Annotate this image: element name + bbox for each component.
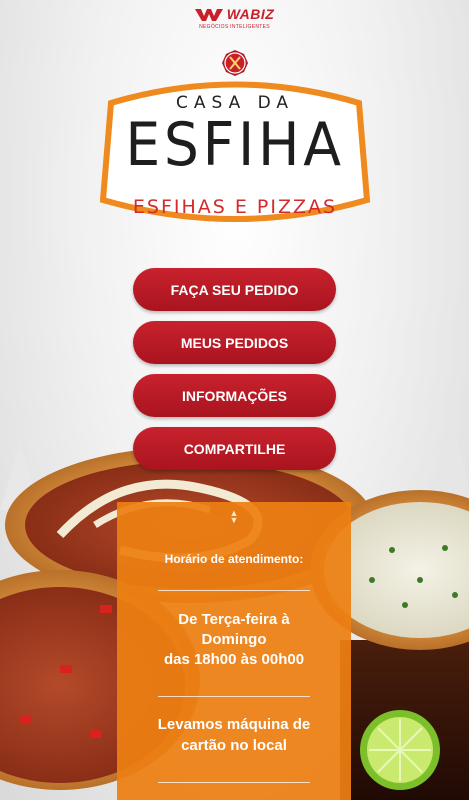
information-button[interactable]: INFORMAÇÕES: [133, 374, 336, 417]
opening-hours-days: De Terça-feira à: [178, 611, 290, 628]
opening-hours-label: Horário de atendimento:: [164, 552, 304, 566]
opening-hours-days-end: Domingo: [201, 631, 267, 648]
card-payment-note: Levamos máquina de cartão no local: [117, 714, 351, 756]
wabiz-brand: WABIZ NEGÓCIOS INTELIGENTES: [0, 6, 469, 30]
opening-hours-text: De Terça-feira à Domingo das 18h00 às 00…: [117, 610, 351, 670]
expand-collapse-icon[interactable]: ▲ ▼: [117, 509, 351, 525]
divider: [158, 696, 310, 697]
opening-hours-panel: ▲ ▼ Horário de atendimento: De Terça-feir…: [117, 502, 351, 800]
restaurant-logo: CASA DA ESFIHA ESFIHAS E PIZZAS: [95, 48, 375, 238]
divider: [158, 590, 310, 591]
my-orders-button[interactable]: MEUS PEDIDOS: [133, 321, 336, 364]
fork-knife-icon: [222, 50, 248, 76]
place-order-button[interactable]: FAÇA SEU PEDIDO: [133, 268, 336, 311]
divider: [158, 782, 310, 783]
main-menu: FAÇA SEU PEDIDO MEUS PEDIDOS INFORMAÇÕES…: [133, 268, 336, 480]
share-button[interactable]: COMPARTILHE: [133, 427, 336, 470]
logo-sub-line: ESFIHAS E PIZZAS: [132, 196, 338, 218]
card-payment-line1: Levamos máquina de: [157, 716, 311, 733]
card-payment-line2: cartão no local: [181, 737, 287, 754]
logo-main-line: ESFIHA: [125, 110, 345, 180]
wabiz-tagline: NEGÓCIOS INTELIGENTES: [199, 24, 270, 30]
wabiz-name: WABIZ: [226, 6, 275, 22]
wabiz-logo-icon: [194, 9, 223, 21]
opening-hours-time: das 18h00 às 00h00: [163, 651, 305, 668]
